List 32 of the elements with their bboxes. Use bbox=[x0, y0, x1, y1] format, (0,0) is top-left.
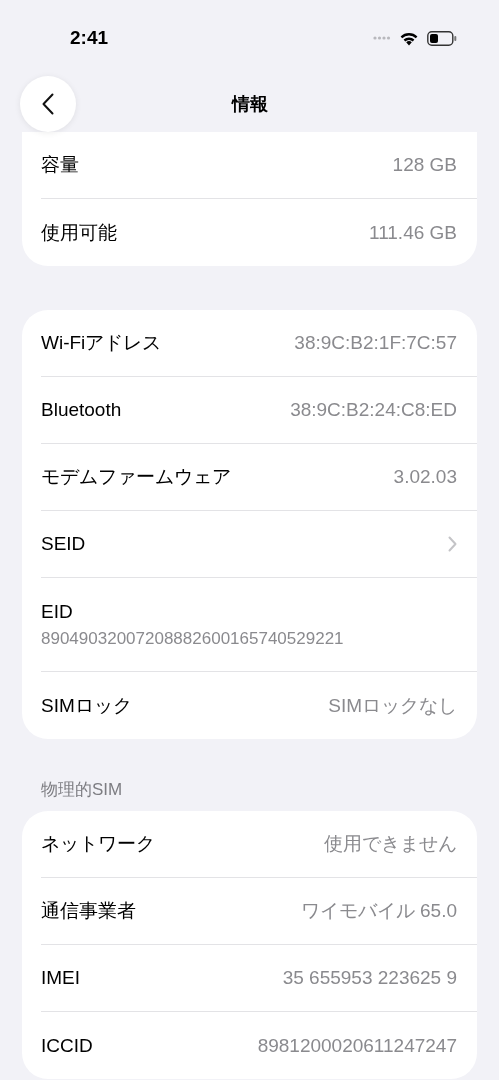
row-label: Bluetooth bbox=[41, 399, 122, 421]
row-value: 使用できません bbox=[324, 832, 457, 856]
back-button[interactable] bbox=[20, 76, 76, 132]
row-label: SIMロック bbox=[41, 693, 132, 718]
row-label: ICCID bbox=[41, 1034, 93, 1057]
chevron-left-icon bbox=[42, 93, 54, 115]
row-value: SIMロックなし bbox=[328, 693, 457, 718]
row-label: Wi-Fiアドレス bbox=[41, 331, 162, 355]
row-value: 35 655953 223625 9 bbox=[282, 967, 457, 989]
section-header: 物理的SIM bbox=[41, 779, 123, 801]
signal-icon bbox=[373, 36, 391, 40]
nav-title: 情報 bbox=[231, 93, 268, 116]
row-label: 使用可能 bbox=[41, 220, 117, 245]
row-value: ワイモバイル 65.0 bbox=[300, 899, 457, 923]
row-label: EID bbox=[41, 600, 73, 623]
row-label: 通信事業者 bbox=[41, 899, 136, 923]
row-value: 111.46 GB bbox=[368, 221, 457, 244]
row-label: IMEI bbox=[41, 967, 81, 989]
row-value: 38:9C:B2:24:C8:ED bbox=[290, 399, 457, 421]
row-label: 容量 bbox=[41, 153, 79, 177]
status-time: 2:41 bbox=[70, 27, 109, 49]
wifi-icon bbox=[399, 30, 419, 46]
row-label: ネットワーク bbox=[41, 832, 155, 856]
row-label: SEID bbox=[41, 533, 86, 555]
row-value: 38:9C:B2:1F:7C:57 bbox=[294, 332, 457, 354]
chevron-right-icon[interactable] bbox=[448, 536, 457, 552]
row-label: モデムファームウェア bbox=[41, 465, 231, 489]
row-value: 89049032007208882600165740529221 bbox=[41, 628, 344, 649]
row-value: 3.02.03 bbox=[393, 466, 457, 488]
row-value: 128 GB bbox=[392, 154, 457, 176]
row-value: 8981200020611247247 bbox=[257, 1034, 457, 1057]
battery-icon bbox=[427, 30, 457, 46]
